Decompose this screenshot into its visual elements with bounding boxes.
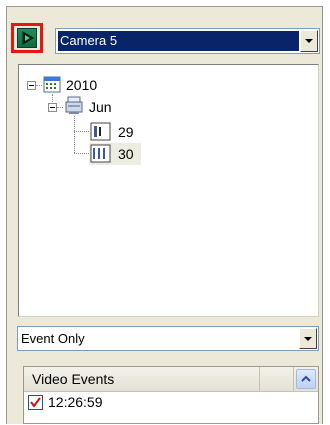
tree-node-month[interactable]: Jun bbox=[89, 98, 112, 116]
checkmark-icon bbox=[30, 397, 41, 408]
chevron-down-icon[interactable] bbox=[300, 30, 318, 52]
event-time: 12:26:59 bbox=[48, 394, 103, 410]
collapse-year-icon[interactable] bbox=[27, 81, 36, 90]
tree-node-year[interactable]: 2010 bbox=[66, 76, 97, 94]
collapse-month-icon[interactable] bbox=[48, 103, 57, 112]
scroll-up-button[interactable] bbox=[296, 369, 316, 389]
tree-node-day-30[interactable]: 30 bbox=[118, 145, 134, 163]
play-icon bbox=[22, 31, 34, 45]
column-header-blank[interactable] bbox=[260, 367, 294, 391]
video-events-list: Video Events 12:26:59 bbox=[23, 366, 319, 424]
list-item[interactable]: 12:26:59 bbox=[24, 392, 318, 412]
tree-node-day-29[interactable]: 29 bbox=[118, 123, 134, 141]
chevron-down-icon[interactable] bbox=[299, 328, 317, 349]
day-icon bbox=[90, 122, 111, 141]
date-tree: 2010 Jun 29 30 bbox=[18, 64, 319, 317]
event-filter-select[interactable]: Event Only bbox=[17, 326, 319, 351]
chevron-up-icon bbox=[301, 375, 311, 382]
play-button[interactable] bbox=[17, 28, 37, 48]
list-header: Video Events bbox=[24, 367, 318, 392]
event-checkbox[interactable] bbox=[28, 395, 43, 410]
month-folder-icon bbox=[65, 96, 83, 114]
calendar-icon bbox=[43, 76, 61, 93]
camera-select[interactable]: Camera 5 bbox=[55, 28, 320, 54]
column-header-video-events[interactable]: Video Events bbox=[24, 367, 260, 391]
event-filter-value: Event Only bbox=[21, 331, 85, 346]
camera-select-value: Camera 5 bbox=[58, 31, 299, 51]
play-button-highlight bbox=[11, 23, 43, 53]
day-icon bbox=[90, 144, 111, 163]
